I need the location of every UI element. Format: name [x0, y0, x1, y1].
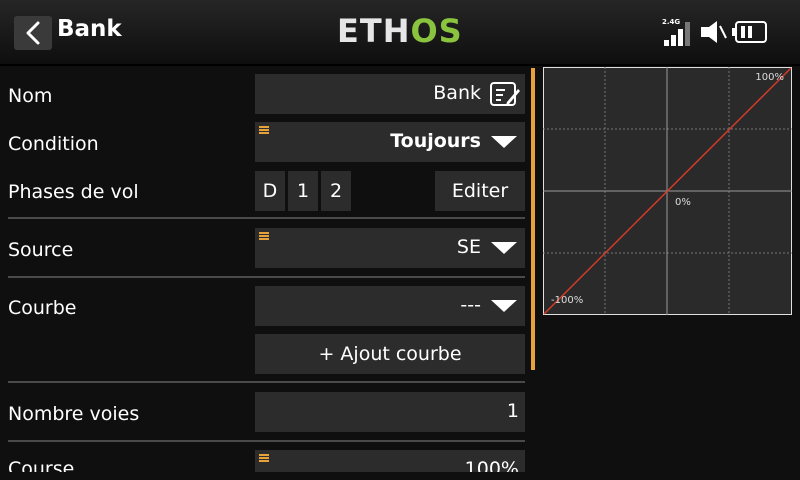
course-label: Course [8, 460, 75, 472]
divider [8, 217, 525, 219]
source-label: Source [8, 239, 74, 261]
name-value: Bank [433, 82, 481, 104]
channels-value: 1 [506, 400, 519, 422]
condition-dropdown[interactable]: Toujours [255, 122, 525, 162]
channels-label: Nombre voies [8, 403, 140, 425]
edit-phases-button[interactable]: Editer [435, 171, 525, 211]
marker-icon [259, 232, 269, 240]
battery-icon [732, 21, 767, 43]
name-label: Nom [8, 85, 53, 107]
top-bar: Bank ETHOS 2.4G [0, 0, 800, 66]
graph-label-top: 100% [755, 72, 784, 83]
course-value: 100% [464, 458, 519, 472]
divider [8, 440, 525, 442]
condition-label: Condition [8, 133, 99, 155]
back-button[interactable] [14, 16, 52, 50]
course-field[interactable]: 100% [255, 450, 525, 472]
phases-label: Phases de vol [8, 181, 139, 203]
condition-value: Toujours [390, 130, 481, 152]
signal-label: 2.4G [662, 18, 681, 26]
source-value: SE [456, 236, 481, 258]
curve-label: Courbe [8, 297, 77, 319]
divider [8, 381, 525, 383]
marker-icon [259, 126, 269, 134]
marker-icon [259, 454, 269, 462]
phase-button-d[interactable]: D [255, 171, 285, 211]
name-field[interactable]: Bank [255, 74, 525, 114]
bottom-mask [0, 472, 540, 480]
phase-button-2[interactable]: 2 [321, 171, 351, 211]
curve-graph: 100% 0% -100% [543, 67, 792, 315]
chevron-left-icon [26, 21, 40, 45]
ethos-logo: ETHOS [337, 12, 463, 50]
phase-button-1[interactable]: 1 [288, 171, 318, 211]
divider [8, 276, 525, 278]
edit-icon [490, 82, 520, 106]
channels-field[interactable]: 1 [255, 392, 525, 432]
add-curve-button[interactable]: + Ajout courbe [255, 334, 525, 374]
scrollbar[interactable] [531, 68, 535, 370]
dropdown-arrow-icon [491, 300, 517, 312]
graph-label-center: 0% [675, 197, 691, 208]
source-dropdown[interactable]: SE [255, 228, 525, 268]
volume-icon [701, 21, 727, 43]
dropdown-arrow-icon [491, 136, 517, 148]
graph-label-bottom: -100% [551, 295, 584, 306]
curve-value: --- [460, 294, 481, 316]
dropdown-arrow-icon [491, 242, 517, 254]
curve-dropdown[interactable]: --- [255, 286, 525, 326]
page-title: Bank [57, 16, 122, 42]
